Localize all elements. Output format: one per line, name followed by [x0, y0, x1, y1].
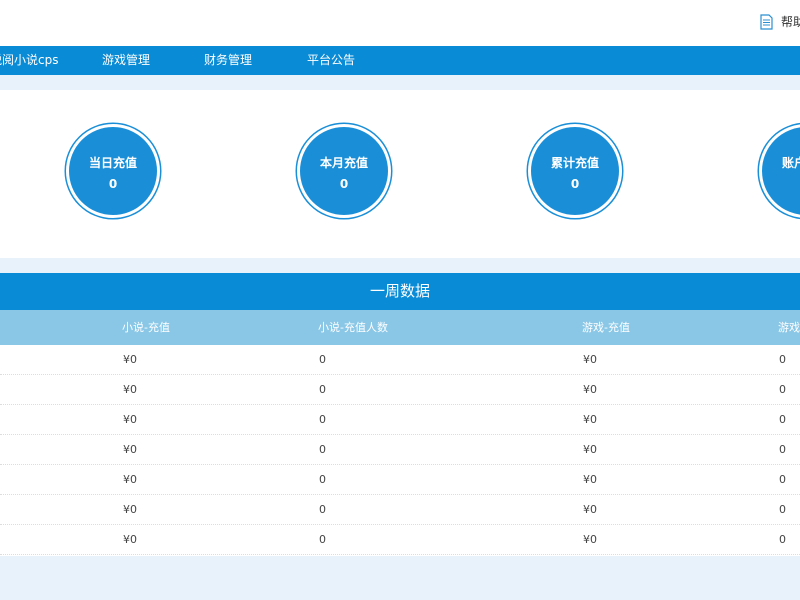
stat-value: 0: [108, 177, 118, 191]
table-cell: ¥0: [583, 383, 597, 396]
table-row: ¥0 0 ¥0 0: [0, 345, 800, 375]
column-header: 游戏-充值: [582, 321, 630, 334]
table-row: ¥0 0 ¥0 0: [0, 375, 800, 405]
table-cell: ¥0: [123, 383, 137, 396]
weekly-data-title: 一周数据: [0, 273, 800, 310]
stat-daily-recharge: 当日充值 0: [66, 124, 160, 218]
stat-value: 0: [339, 177, 349, 191]
nav-item-platform-notice[interactable]: 平台公告: [307, 46, 355, 75]
table-cell: ¥0: [123, 413, 137, 426]
table-cell: 0: [779, 353, 786, 366]
stat-label: 累计充值: [550, 156, 599, 170]
stat-label: 当日充值: [88, 156, 137, 170]
table-row: ¥0 0 ¥0 0: [0, 405, 800, 435]
table-cell: 0: [779, 443, 786, 456]
table-cell: ¥0: [123, 533, 137, 546]
stat-value: 0: [762, 177, 800, 191]
column-header: 游戏-充值人数: [778, 321, 800, 334]
stat-label: 本月充值: [319, 156, 368, 170]
table-row: ¥0 0 ¥0 0: [0, 525, 800, 555]
table-cell: ¥0: [583, 353, 597, 366]
table-cell: 0: [779, 473, 786, 486]
column-header: 小说-充值人数: [318, 321, 388, 334]
main-nav: 悦阅小说cps 游戏管理 财务管理 平台公告: [0, 46, 800, 75]
table-row: ¥0 0 ¥0 0: [0, 465, 800, 495]
column-header: 小说-充值: [122, 321, 170, 334]
table-cell: 0: [319, 443, 326, 456]
stats-panel: 当日充值 0 本月充值 0 累计充值 0 账户余额 0: [0, 90, 800, 258]
top-header: 帮助: [0, 0, 800, 46]
nav-item-finance-management[interactable]: 财务管理: [204, 46, 252, 75]
stat-total-recharge: 累计充值 0: [528, 124, 622, 218]
document-icon: [760, 13, 773, 30]
table-cell: ¥0: [583, 443, 597, 456]
table-cell: 0: [779, 503, 786, 516]
nav-item-game-management[interactable]: 游戏管理: [102, 46, 150, 75]
table-cell: ¥0: [583, 413, 597, 426]
table-cell: 0: [319, 383, 326, 396]
table-cell: ¥0: [583, 533, 597, 546]
table-cell: 0: [319, 353, 326, 366]
table-cell: ¥0: [123, 473, 137, 486]
table-cell: 0: [319, 413, 326, 426]
table-cell: ¥0: [583, 473, 597, 486]
table-cell: ¥0: [123, 353, 137, 366]
stat-value: 0: [570, 177, 580, 191]
table-cell: 0: [319, 503, 326, 516]
stat-account-balance: 账户余额 0: [759, 124, 800, 218]
table-cell: ¥0: [123, 443, 137, 456]
table-cell: 0: [779, 413, 786, 426]
table-cell: 0: [319, 533, 326, 546]
table-cell: 0: [319, 473, 326, 486]
nav-item-brand[interactable]: 悦阅小说cps: [0, 46, 58, 75]
table-row: ¥0 0 ¥0 0: [0, 435, 800, 465]
help-link[interactable]: 帮助: [760, 13, 800, 30]
table-cell: ¥0: [123, 503, 137, 516]
table-row: ¥0 0 ¥0 0: [0, 495, 800, 525]
stat-monthly-recharge: 本月充值 0: [297, 124, 391, 218]
help-label: 帮助: [781, 15, 800, 29]
table-cell: 0: [779, 533, 786, 546]
stat-label: 账户余额: [781, 156, 800, 170]
table-header-row: 小说-充值 小说-充值人数 游戏-充值 游戏-充值人数: [0, 310, 800, 345]
weekly-data-panel: 一周数据 小说-充值 小说-充值人数 游戏-充值 游戏-充值人数 ¥0 0 ¥0…: [0, 273, 800, 556]
table-cell: 0: [779, 383, 786, 396]
table-cell: ¥0: [583, 503, 597, 516]
